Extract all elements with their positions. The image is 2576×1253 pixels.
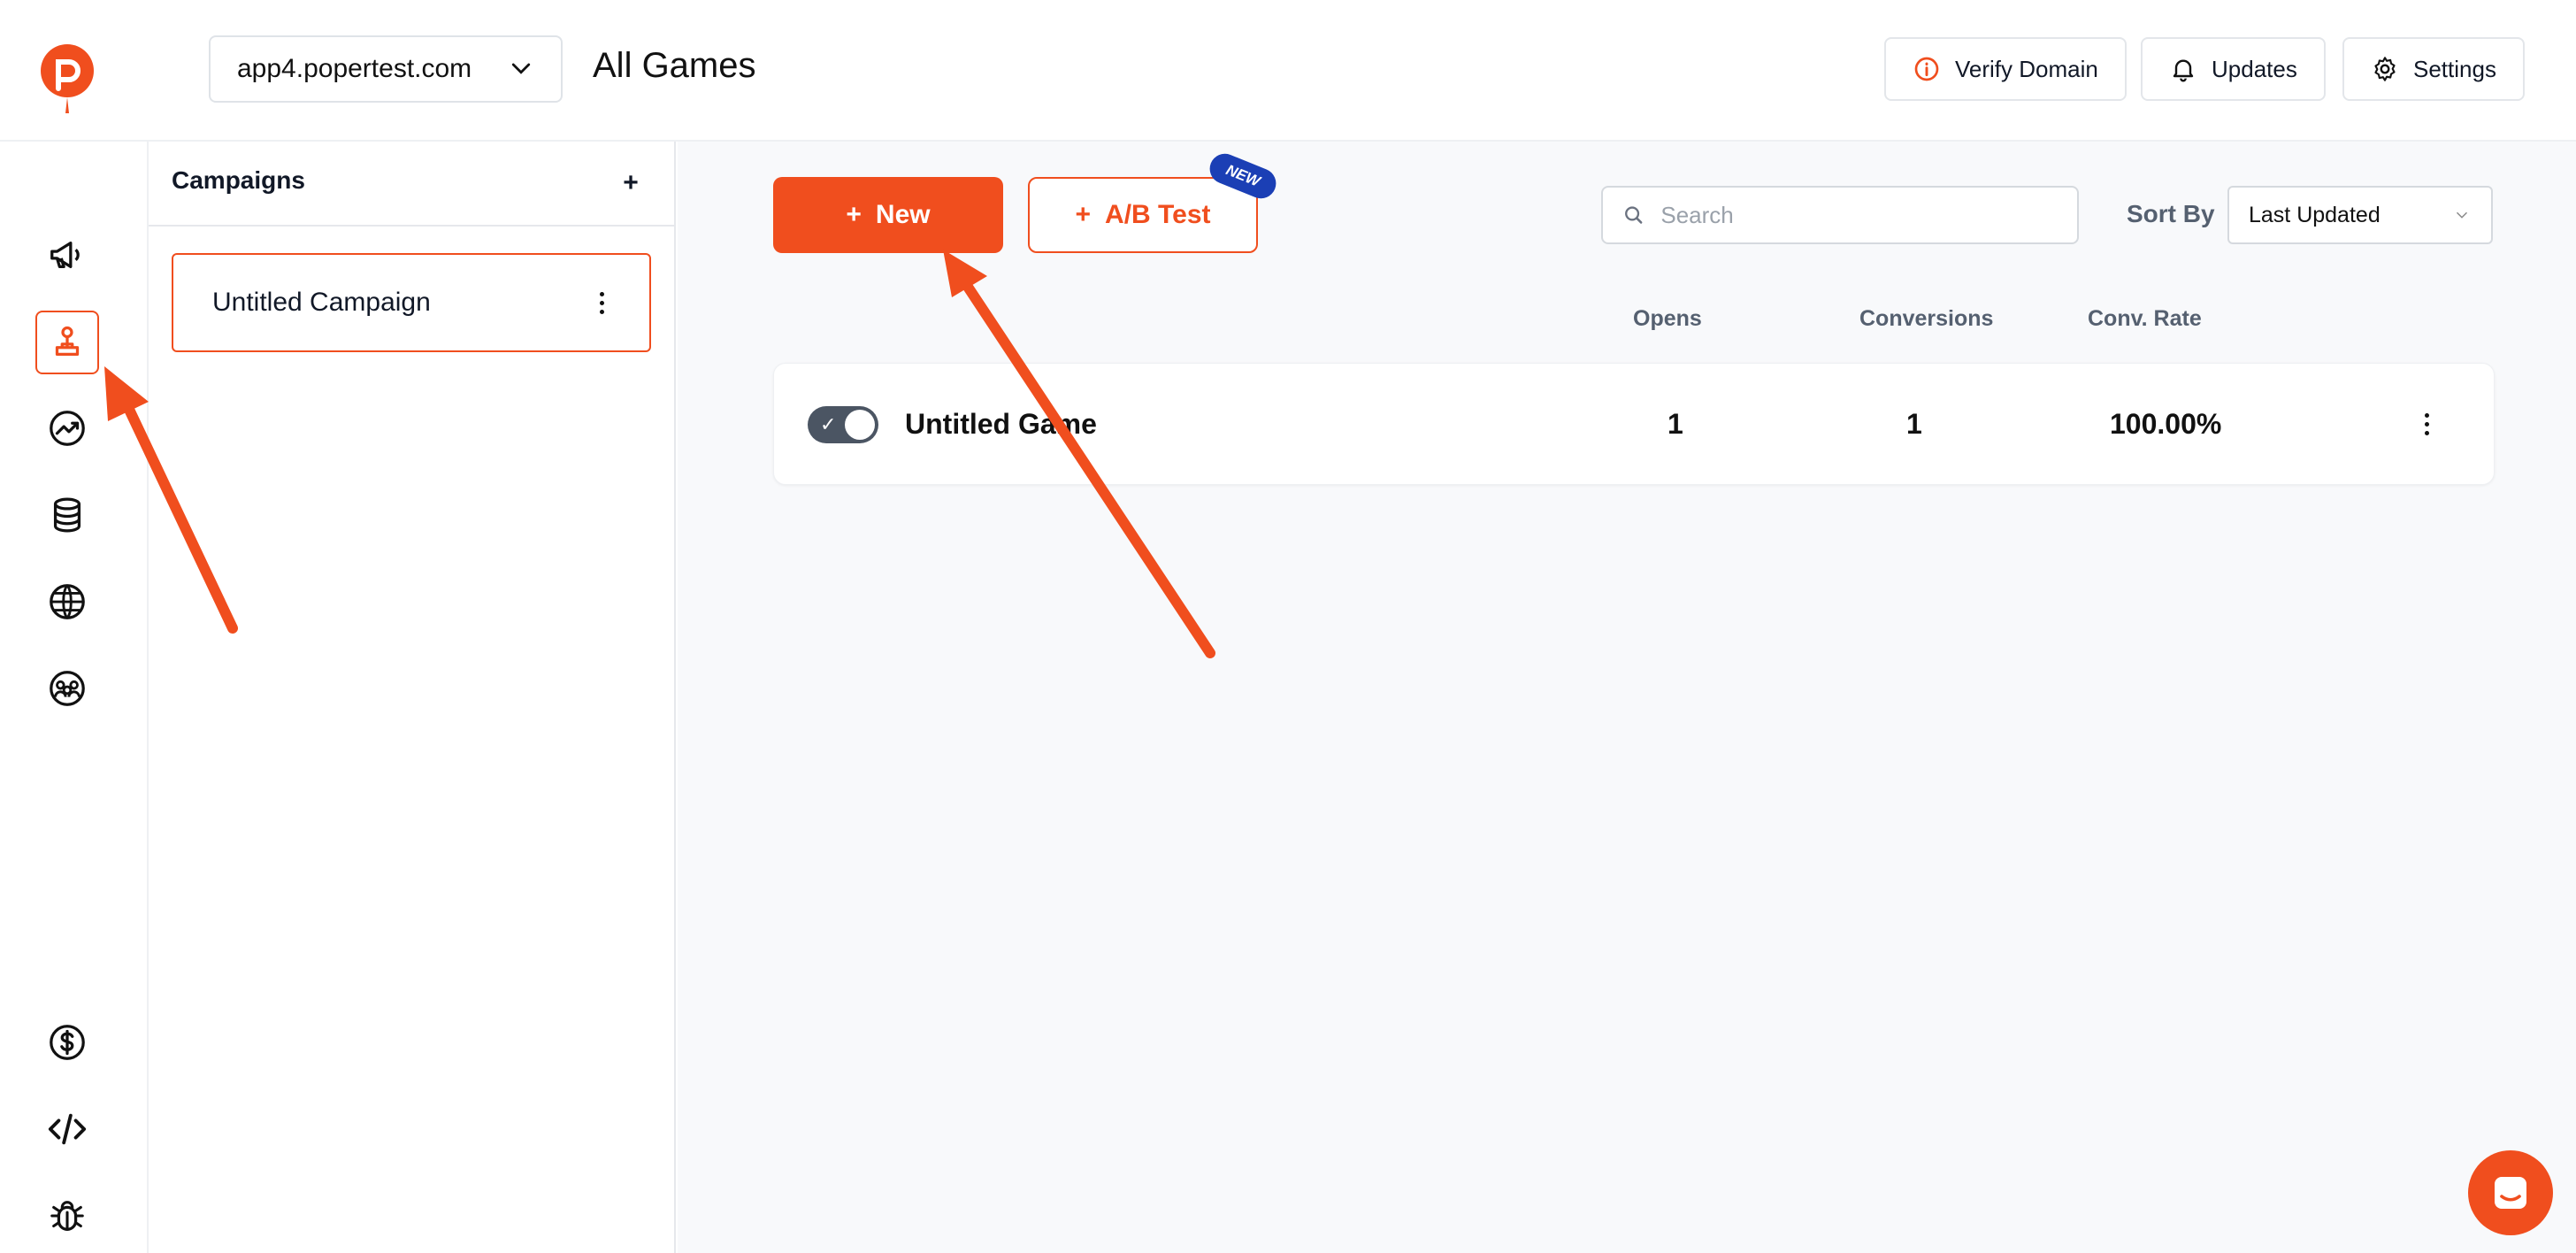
ab-test-label: A/B Test bbox=[1105, 200, 1211, 229]
nav-campaigns[interactable] bbox=[35, 223, 99, 287]
game-enabled-toggle[interactable]: ✓ bbox=[808, 406, 878, 443]
table-row[interactable]: ✓ Untitled Game 1 1 100.00% bbox=[773, 363, 2495, 485]
nav-domains[interactable] bbox=[35, 570, 99, 634]
chevron-down-icon bbox=[511, 63, 531, 74]
nav-games[interactable] bbox=[35, 311, 99, 374]
plus-icon: + bbox=[846, 200, 862, 229]
gear-icon bbox=[2374, 57, 2396, 81]
search-input[interactable] bbox=[1660, 201, 2058, 229]
bell-icon bbox=[2173, 59, 2194, 82]
settings-button[interactable]: Settings bbox=[2342, 37, 2525, 101]
nav-audience[interactable] bbox=[35, 657, 99, 720]
chat-icon bbox=[2495, 1177, 2526, 1209]
add-campaign-button[interactable]: + bbox=[609, 161, 653, 205]
column-header-conv-rate[interactable]: Conv. Rate bbox=[2088, 306, 2202, 332]
chevron-down-icon bbox=[2456, 211, 2468, 219]
new-game-label: New bbox=[875, 200, 931, 229]
campaigns-header: Campaigns + bbox=[149, 142, 676, 227]
ab-test-button[interactable]: + A/B Test bbox=[1028, 177, 1258, 253]
globe-icon bbox=[50, 584, 85, 619]
campaign-item-label: Untitled Campaign bbox=[212, 288, 431, 317]
game-conv-rate: 100.00% bbox=[2110, 408, 2222, 440]
info-icon bbox=[1914, 57, 1939, 81]
settings-label: Settings bbox=[2413, 55, 2496, 82]
code-icon bbox=[48, 1113, 87, 1145]
domain-select[interactable]: app4.popertest.com bbox=[209, 35, 563, 103]
app-root: app4.popertest.com All Games Verify Doma… bbox=[0, 0, 2576, 1253]
sort-by-label: Sort By bbox=[2127, 200, 2215, 227]
column-header-opens[interactable]: Opens bbox=[1633, 306, 1702, 332]
search-box[interactable] bbox=[1601, 186, 2079, 244]
database-icon bbox=[53, 497, 81, 533]
top-bar: app4.popertest.com All Games Verify Doma… bbox=[0, 0, 2576, 142]
game-name[interactable]: Untitled Game bbox=[905, 408, 1097, 441]
audience-icon bbox=[50, 671, 85, 706]
campaigns-panel: Campaigns + Untitled Campaign bbox=[149, 142, 676, 1253]
sort-select-value: Last Updated bbox=[2249, 202, 2380, 227]
page-title: All Games bbox=[593, 46, 756, 85]
plus-icon: + bbox=[1075, 200, 1092, 229]
verify-domain-button[interactable]: Verify Domain bbox=[1884, 37, 2127, 101]
search-icon bbox=[1625, 206, 1643, 224]
campaigns-title: Campaigns bbox=[172, 166, 305, 194]
campaign-item[interactable]: Untitled Campaign bbox=[172, 253, 651, 352]
sort-select[interactable]: Last Updated bbox=[2227, 186, 2493, 244]
more-vertical-icon[interactable] bbox=[593, 291, 610, 314]
analytics-icon bbox=[50, 411, 85, 446]
nav-data[interactable] bbox=[35, 483, 99, 547]
dollar-icon bbox=[50, 1025, 85, 1060]
bug-icon bbox=[50, 1201, 84, 1231]
more-vertical-icon[interactable] bbox=[2418, 413, 2435, 435]
domain-select-value: app4.popertest.com bbox=[237, 54, 472, 83]
chat-launcher-button[interactable] bbox=[2468, 1150, 2553, 1235]
column-header-conversions[interactable]: Conversions bbox=[1859, 306, 1993, 332]
nav-debug[interactable] bbox=[35, 1184, 99, 1248]
nav-billing[interactable] bbox=[35, 1011, 99, 1074]
check-icon: ✓ bbox=[820, 413, 837, 435]
nav-analytics[interactable] bbox=[35, 396, 99, 460]
game-opens: 1 bbox=[1668, 408, 1683, 440]
games-main: + New + A/B Test NEW Sort By Last Update… bbox=[678, 142, 2576, 1253]
updates-label: Updates bbox=[2212, 55, 2297, 82]
nav-developer[interactable] bbox=[35, 1097, 99, 1161]
poper-logo[interactable] bbox=[39, 42, 96, 117]
new-game-button[interactable]: + New bbox=[773, 177, 1003, 253]
verify-domain-label: Verify Domain bbox=[1955, 55, 2098, 82]
left-nav-rail bbox=[0, 142, 149, 1253]
game-conversions: 1 bbox=[1906, 408, 1922, 440]
megaphone-icon bbox=[50, 241, 80, 269]
updates-button[interactable]: Updates bbox=[2141, 37, 2326, 101]
joystick-icon bbox=[55, 326, 80, 357]
